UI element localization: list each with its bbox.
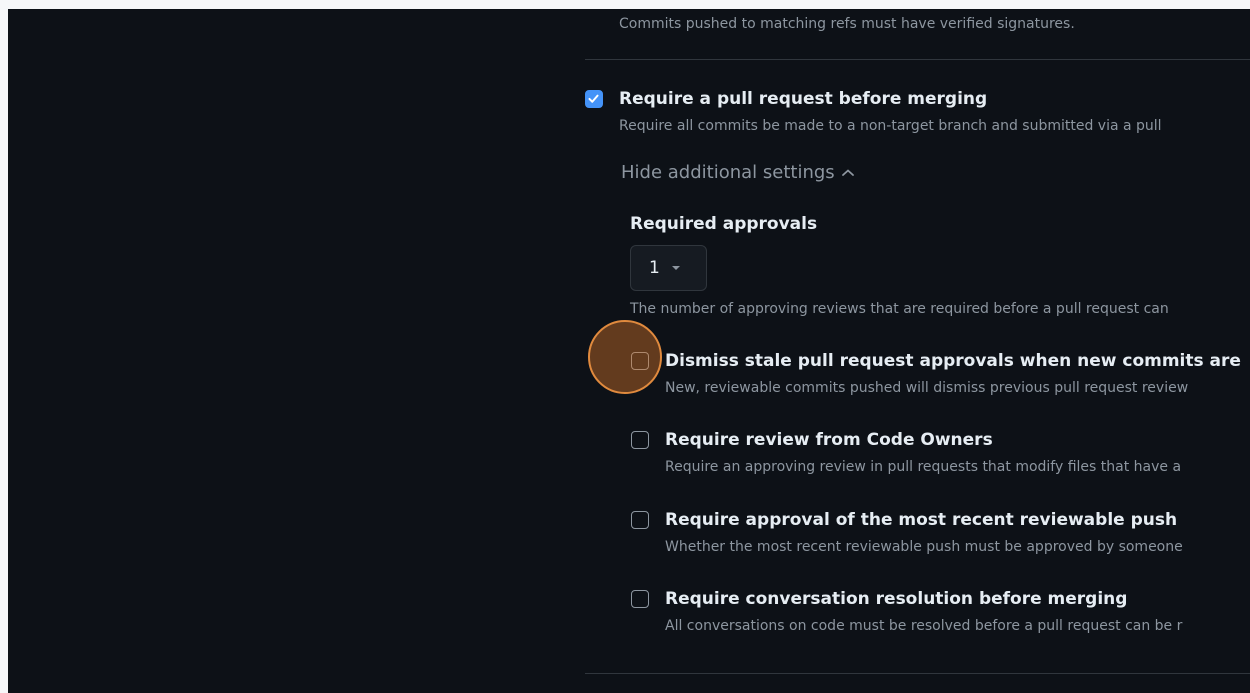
click-indicator <box>588 320 662 394</box>
code-owners-review-checkbox[interactable] <box>631 431 649 449</box>
require-pr-label[interactable]: Require a pull request before merging <box>619 88 987 110</box>
dismiss-stale-approvals-label[interactable]: Dismiss stale pull request approvals whe… <box>665 350 1241 372</box>
required-approvals-value: 1 <box>649 258 660 278</box>
conversation-resolution-description: All conversations on code must be resolv… <box>665 618 1183 634</box>
required-approvals-label: Required approvals <box>630 214 818 234</box>
required-approvals-select[interactable]: 1 <box>630 245 707 291</box>
divider <box>585 673 1250 674</box>
recent-push-approval-checkbox[interactable] <box>631 511 649 529</box>
conversation-resolution-label[interactable]: Require conversation resolution before m… <box>665 588 1127 610</box>
recent-push-approval-description: Whether the most recent reviewable push … <box>665 539 1183 555</box>
signed-commits-description: Commits pushed to matching refs must hav… <box>619 16 1075 32</box>
code-owners-review-description: Require an approving review in pull requ… <box>665 459 1182 475</box>
code-owners-review-label[interactable]: Require review from Code Owners <box>665 429 993 451</box>
toggle-label: Hide additional settings <box>621 162 835 183</box>
recent-push-approval-label[interactable]: Require approval of the most recent revi… <box>665 509 1177 531</box>
branch-protection-settings: Commits pushed to matching refs must hav… <box>585 9 1250 693</box>
check-icon <box>588 94 599 103</box>
dismiss-stale-approvals-description: New, reviewable commits pushed will dism… <box>665 380 1189 396</box>
required-approvals-help: The number of approving reviews that are… <box>630 301 1169 317</box>
divider <box>585 59 1250 60</box>
require-pr-description: Require all commits be made to a non-tar… <box>619 118 1162 134</box>
caret-down-icon <box>671 266 680 270</box>
conversation-resolution-checkbox[interactable] <box>631 590 649 608</box>
hide-additional-settings-toggle[interactable]: Hide additional settings <box>621 162 855 183</box>
chevron-up-icon <box>841 169 854 176</box>
require-pr-checkbox[interactable] <box>585 90 603 108</box>
screenshot-frame: Commits pushed to matching refs must hav… <box>8 9 1250 693</box>
